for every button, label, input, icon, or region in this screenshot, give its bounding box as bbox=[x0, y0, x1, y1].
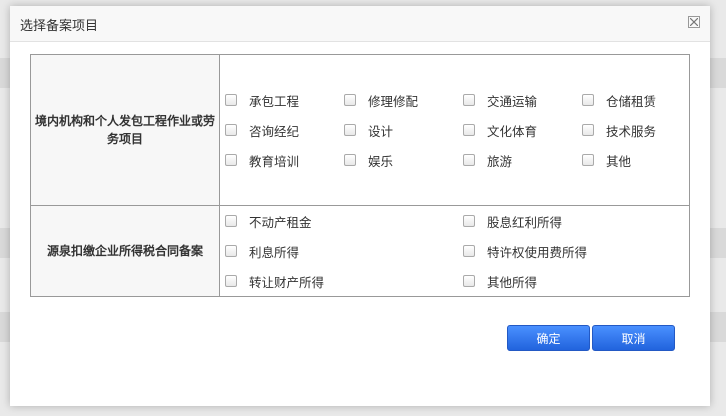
option-item[interactable]: 旅游 bbox=[463, 151, 512, 169]
option-item[interactable]: 其他 bbox=[582, 151, 631, 169]
option-label: 特许权使用费所得 bbox=[487, 244, 588, 260]
option-label: 交通运输 bbox=[487, 93, 538, 109]
option-item[interactable]: 转让财产所得 bbox=[225, 272, 324, 290]
option-checkbox[interactable] bbox=[582, 124, 594, 136]
option-checkbox[interactable] bbox=[463, 154, 475, 166]
option-label: 设计 bbox=[368, 123, 394, 139]
option-checkbox[interactable] bbox=[463, 275, 475, 287]
select-filing-dialog: 选择备案项目 境内机构和个人发包工程作业或劳务项目 承包工程 修理修配 交通运输 仓储… bbox=[10, 6, 710, 406]
option-label: 承包工程 bbox=[249, 93, 300, 109]
option-checkbox[interactable] bbox=[582, 94, 594, 106]
dialog-header: 选择备案项目 bbox=[10, 6, 710, 42]
option-item[interactable]: 仓储租赁 bbox=[582, 91, 656, 109]
option-item[interactable]: 股息红利所得 bbox=[463, 212, 562, 230]
option-item[interactable]: 交通运输 bbox=[463, 91, 537, 109]
category-label: 源泉扣缴企业所得税合同备案 bbox=[30, 205, 220, 297]
option-label: 其他所得 bbox=[487, 274, 538, 290]
option-checkbox[interactable] bbox=[225, 154, 237, 166]
option-checkbox[interactable] bbox=[344, 124, 356, 136]
option-label: 娱乐 bbox=[368, 153, 394, 169]
table-row: 源泉扣缴企业所得税合同备案 不动产租金 股息红利所得利息所得 特许权使用费所得转让财… bbox=[30, 205, 690, 297]
option-item[interactable]: 承包工程 bbox=[225, 91, 299, 109]
option-label: 文化体育 bbox=[487, 123, 538, 139]
option-item[interactable]: 技术服务 bbox=[582, 121, 656, 139]
option-checkbox[interactable] bbox=[463, 124, 475, 136]
option-item[interactable]: 不动产租金 bbox=[225, 212, 312, 230]
option-checkbox[interactable] bbox=[344, 94, 356, 106]
option-checkbox[interactable] bbox=[225, 215, 237, 227]
option-checkbox[interactable] bbox=[225, 245, 237, 257]
option-label: 旅游 bbox=[487, 153, 513, 169]
options-group: 不动产租金 股息红利所得利息所得 特许权使用费所得转让财产所得 其他所得 bbox=[220, 206, 689, 296]
options-cell: 不动产租金 股息红利所得利息所得 特许权使用费所得转让财产所得 其他所得 bbox=[219, 205, 690, 297]
close-icon[interactable] bbox=[688, 16, 700, 28]
option-label: 修理修配 bbox=[368, 93, 419, 109]
cancel-button[interactable]: 取消 bbox=[592, 325, 675, 351]
option-checkbox[interactable] bbox=[463, 245, 475, 257]
table-row: 境内机构和个人发包工程作业或劳务项目 承包工程 修理修配 交通运输 仓储租赁咨询经纪 设… bbox=[30, 54, 690, 206]
option-item[interactable]: 教育培训 bbox=[225, 151, 299, 169]
option-label: 教育培训 bbox=[249, 153, 300, 169]
option-label: 其他 bbox=[606, 153, 632, 169]
dialog-title: 选择备案项目 bbox=[20, 19, 99, 34]
options-group: 承包工程 修理修配 交通运输 仓储租赁咨询经纪 设计 文化体育 技术服务教育培训 娱乐 旅游 其他 bbox=[220, 55, 689, 205]
option-checkbox[interactable] bbox=[463, 215, 475, 227]
category-label: 境内机构和个人发包工程作业或劳务项目 bbox=[30, 54, 220, 206]
options-cell: 承包工程 修理修配 交通运输 仓储租赁咨询经纪 设计 文化体育 技术服务教育培训 娱乐 旅游 其他 bbox=[219, 54, 690, 206]
option-label: 利息所得 bbox=[249, 244, 300, 260]
option-checkbox[interactable] bbox=[225, 275, 237, 287]
option-item[interactable]: 其他所得 bbox=[463, 272, 537, 290]
option-label: 咨询经纪 bbox=[249, 123, 300, 139]
option-label: 不动产租金 bbox=[249, 214, 312, 230]
option-checkbox[interactable] bbox=[582, 154, 594, 166]
option-checkbox[interactable] bbox=[225, 124, 237, 136]
option-item[interactable]: 咨询经纪 bbox=[225, 121, 299, 139]
option-label: 技术服务 bbox=[606, 123, 657, 139]
option-item[interactable]: 利息所得 bbox=[225, 242, 299, 260]
option-checkbox[interactable] bbox=[344, 154, 356, 166]
option-label: 转让财产所得 bbox=[249, 274, 325, 290]
option-label: 股息红利所得 bbox=[487, 214, 563, 230]
selection-table: 境内机构和个人发包工程作业或劳务项目 承包工程 修理修配 交通运输 仓储租赁咨询经纪 设… bbox=[30, 54, 690, 297]
option-checkbox[interactable] bbox=[225, 94, 237, 106]
option-item[interactable]: 修理修配 bbox=[344, 91, 418, 109]
option-item[interactable]: 设计 bbox=[344, 121, 393, 139]
option-item[interactable]: 文化体育 bbox=[463, 121, 537, 139]
option-item[interactable]: 娱乐 bbox=[344, 151, 393, 169]
ok-button[interactable]: 确定 bbox=[507, 325, 590, 351]
option-checkbox[interactable] bbox=[463, 94, 475, 106]
option-item[interactable]: 特许权使用费所得 bbox=[463, 242, 587, 260]
option-label: 仓储租赁 bbox=[606, 93, 657, 109]
